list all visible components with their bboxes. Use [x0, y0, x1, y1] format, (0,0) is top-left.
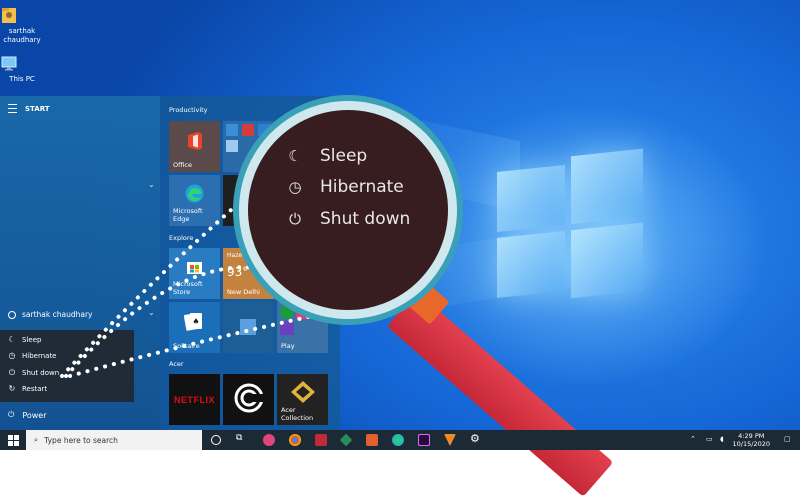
moon-icon: ☾ — [288, 147, 302, 165]
cortana-icon[interactable] — [211, 435, 221, 445]
taskbar-app-icon[interactable] — [339, 433, 353, 447]
volume-icon[interactable]: ◖ — [720, 435, 724, 443]
chevron-up-icon[interactable]: ⌃ — [690, 435, 696, 443]
taskbar-app-icon[interactable] — [263, 434, 275, 446]
taskbar-search[interactable]: ⌕ Type here to search — [26, 430, 202, 450]
taskbar: ⌕ Type here to search ⧉ ⚙ ⌃ ▭ ◖ 4:29 PM … — [0, 430, 800, 450]
taskbar-app-icon[interactable] — [366, 434, 378, 446]
search-icon: ⌕ — [34, 435, 39, 444]
clock-time: 4:29 PM — [738, 432, 765, 440]
magnified-item-sleep: ☾ Sleep — [286, 146, 367, 166]
magnified-item-shutdown: ⏻ Shut down — [286, 209, 410, 229]
clock-icon: ◷ — [288, 178, 302, 196]
notification-icon[interactable]: ▢ — [784, 435, 791, 443]
task-view-icon[interactable]: ⧉ — [236, 433, 248, 445]
magnified-item-label: Sleep — [320, 146, 368, 166]
start-button[interactable] — [0, 430, 26, 450]
network-icon[interactable]: ▭ — [706, 435, 713, 443]
windows-icon — [7, 434, 19, 446]
magnified-item-label: Hibernate — [320, 177, 404, 197]
magnified-item-hibernate: ◷ Hibernate — [286, 177, 404, 197]
taskbar-app-icon[interactable] — [444, 434, 456, 446]
taskbar-app-icon[interactable] — [315, 434, 327, 446]
edge-icon[interactable] — [392, 434, 404, 446]
premiere-icon[interactable] — [418, 434, 430, 446]
clock-date: 10/15/2020 — [732, 440, 770, 448]
system-clock[interactable]: 4:29 PM 10/15/2020 — [733, 432, 770, 448]
power-icon: ⏻ — [289, 210, 301, 228]
magnifier-lens: ☾ Sleep ◷ Hibernate ⏻ Shut down — [248, 110, 448, 310]
magnified-item-label: Shut down — [320, 209, 411, 229]
chrome-icon[interactable] — [289, 434, 301, 446]
search-placeholder: Type here to search — [44, 435, 118, 445]
settings-gear-icon[interactable]: ⚙ — [470, 432, 482, 445]
